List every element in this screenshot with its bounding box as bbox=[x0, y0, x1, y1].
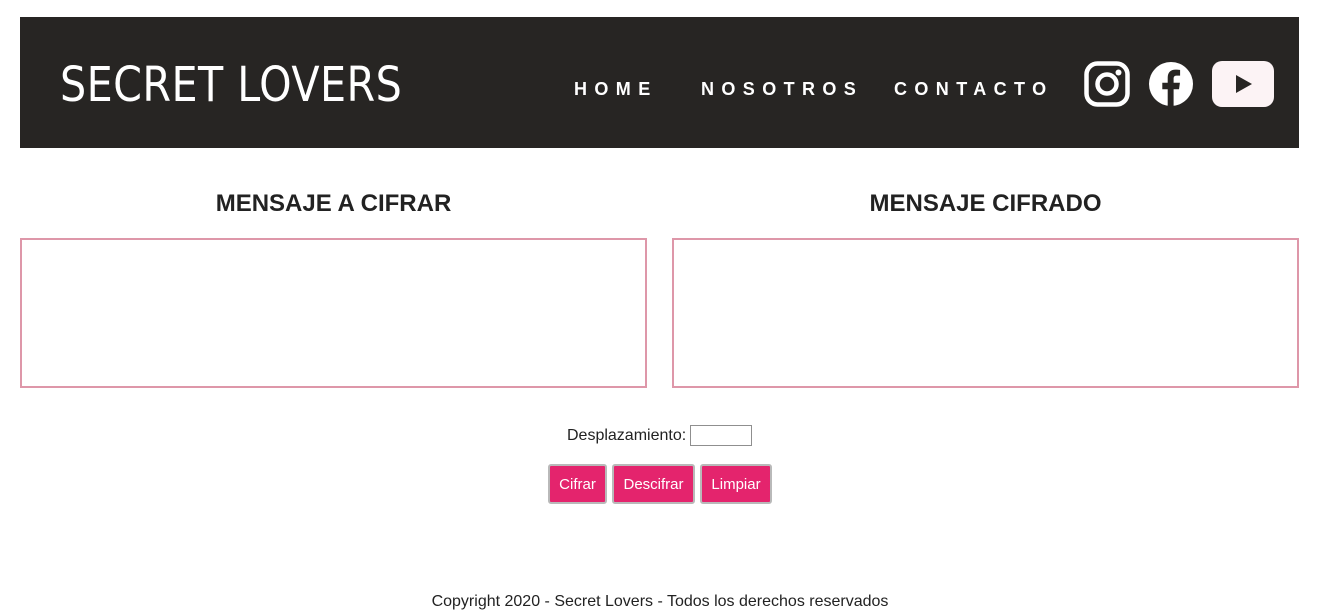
cifrar-button[interactable]: Cifrar bbox=[548, 464, 607, 504]
nav-link-home[interactable]: HOME bbox=[574, 79, 658, 100]
nav-link-nosotros[interactable]: NOSOTROS bbox=[701, 79, 863, 100]
page: SECRET LOVERS HOME NOSOTROS CONTACTO MEN… bbox=[0, 0, 1320, 615]
facebook-icon[interactable] bbox=[1148, 61, 1194, 107]
shift-label: Desplazamiento: bbox=[567, 427, 687, 444]
cipher-message-textarea[interactable] bbox=[672, 238, 1299, 388]
limpiar-button[interactable]: Limpiar bbox=[700, 464, 772, 504]
shift-input[interactable] bbox=[690, 425, 752, 446]
descifrar-button[interactable]: Descifrar bbox=[612, 464, 695, 504]
site-logo-text[interactable]: SECRET LOVERS bbox=[60, 55, 402, 115]
plain-message-title: MENSAJE A CIFRAR bbox=[215, 190, 452, 217]
plain-message-textarea[interactable] bbox=[20, 238, 647, 388]
footer-copyright: Copyright 2020 - Secret Lovers - Todos l… bbox=[431, 593, 889, 610]
cipher-message-title: MENSAJE CIFRADO bbox=[869, 190, 1102, 217]
shift-row: Desplazamiento: bbox=[0, 425, 1320, 447]
nav-link-contacto[interactable]: CONTACTO bbox=[894, 79, 1054, 100]
youtube-icon[interactable] bbox=[1212, 61, 1274, 107]
site-header: SECRET LOVERS HOME NOSOTROS CONTACTO bbox=[20, 17, 1299, 148]
instagram-icon[interactable] bbox=[1084, 61, 1130, 107]
